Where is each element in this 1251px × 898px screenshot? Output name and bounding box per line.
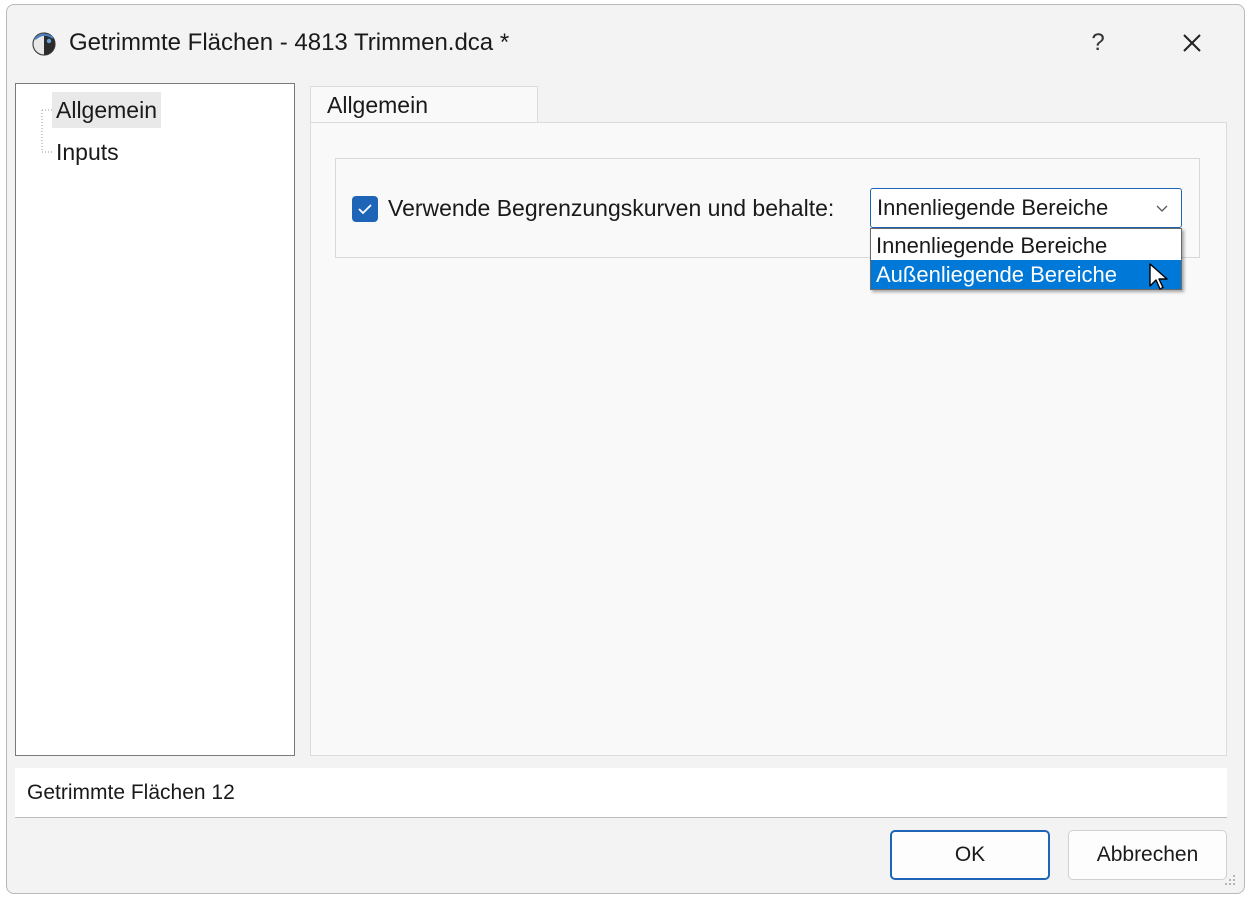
status-bar: Getrimmte Flächen 12 xyxy=(15,768,1227,818)
use-boundary-curves-checkbox[interactable] xyxy=(352,196,378,222)
mouse-cursor-icon xyxy=(1149,263,1168,290)
tree-item-inputs[interactable]: Inputs xyxy=(52,134,123,170)
tree-item-allgemein[interactable]: Allgemein xyxy=(52,92,161,128)
status-text: Getrimmte Flächen 12 xyxy=(27,781,235,804)
app-logo-icon xyxy=(32,32,56,56)
tab-allgemein[interactable]: Allgemein xyxy=(310,86,538,123)
title-bar[interactable]: Getrimmte Flächen - 4813 Trimmen.dca * ? xyxy=(7,5,1244,81)
resize-grip-icon[interactable] xyxy=(1222,872,1236,886)
checkbox-label: Verwende Begrenzungskurven und behalte: xyxy=(388,195,835,221)
checkmark-icon xyxy=(358,204,372,215)
tree-panel[interactable]: Allgemein Inputs xyxy=(15,83,295,756)
dropdown-option-innenliegend[interactable]: Innenliegende Bereiche xyxy=(871,231,1181,260)
combo-dropdown-list: Innenliegende Bereiche Außenliegende Ber… xyxy=(870,228,1182,290)
chevron-down-icon[interactable] xyxy=(1153,199,1171,217)
dropdown-option-aussenliegend[interactable]: Außenliegende Bereiche xyxy=(871,260,1181,289)
keep-regions-combo[interactable]: Innenliegende Bereiche xyxy=(870,188,1182,228)
ok-button[interactable]: OK xyxy=(890,830,1050,880)
combo-selected-value: Innenliegende Bereiche xyxy=(877,195,1109,220)
close-icon[interactable] xyxy=(1169,23,1215,63)
window-title: Getrimmte Flächen - 4813 Trimmen.dca * xyxy=(69,29,510,56)
cancel-button[interactable]: Abbrechen xyxy=(1068,830,1227,880)
help-button[interactable]: ? xyxy=(1075,23,1121,63)
